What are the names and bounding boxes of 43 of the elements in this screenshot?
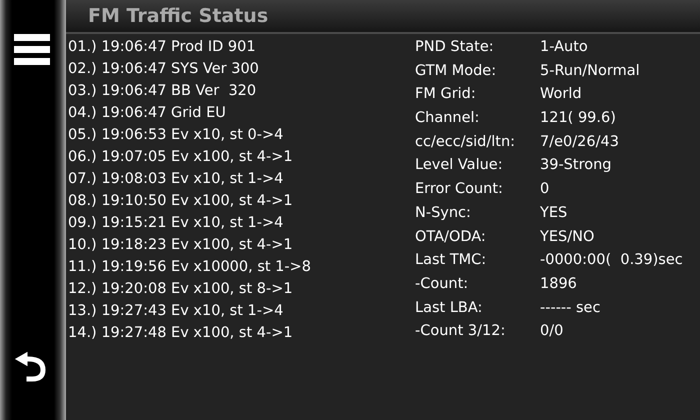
log-entry: 11.) 19:19:56 Ev x10000, st 1->8 [68, 258, 312, 277]
status-value: ------ sec [540, 298, 602, 318]
status-label: FM Grid: [415, 85, 477, 104]
status-value: 121( 99.6) [540, 109, 617, 128]
log-entry: 13.) 19:27:43 Ev x10, st 1->4 [68, 302, 284, 321]
menu-button[interactable] [12, 32, 52, 68]
log-entry: 03.) 19:06:47 BB Ver 320 [68, 82, 258, 101]
log-entry: 05.) 19:06:53 Ev x10, st 0->4 [68, 126, 284, 145]
status-value: 0 [540, 180, 550, 200]
status-value: World [540, 85, 583, 104]
log-entry: 06.) 19:07:05 Ev x100, st 4->1 [68, 148, 294, 167]
status-value: YES [540, 204, 568, 223]
log-entry: 14.) 19:27:48 Ev x100, st 4->1 [68, 324, 294, 343]
menu-icon [12, 32, 52, 68]
status-label: Level Value: [415, 156, 504, 176]
status-value: 7/e0/26/43 [540, 132, 620, 152]
log-entry: 09.) 19:15:21 Ev x10, st 1->4 [68, 214, 284, 233]
status-label: Channel: [415, 109, 480, 128]
status-value: 1-Auto [540, 38, 589, 57]
status-label: GTM Mode: [415, 62, 498, 81]
status-label: Last LBA: [415, 298, 484, 318]
log-entry: 10.) 19:18:23 Ev x100, st 4->1 [68, 236, 294, 255]
log-entry: 04.) 19:06:47 Grid EU [68, 104, 227, 123]
status-value: -0000:00( 0.39)sec [540, 251, 683, 270]
status-label: Last TMC: [415, 251, 488, 270]
status-label: OTA/ODA: [415, 228, 487, 246]
status-value: 0/0 [540, 322, 564, 342]
log-entry: 12.) 19:20:08 Ev x100, st 8->1 [68, 280, 294, 299]
status-label: -Count 3/12: [415, 322, 506, 342]
status-value: YES/NO [540, 228, 596, 246]
status-value: 1896 [540, 274, 578, 294]
log-entry: 08.) 19:10:50 Ev x100, st 4->1 [68, 192, 294, 211]
status-label: N-Sync: [415, 204, 472, 223]
log-entry: 02.) 19:06:47 SYS Ver 300 [68, 60, 260, 79]
log-entry: 01.) 19:06:47 Prod ID 901 [68, 38, 257, 57]
status-label: cc/ecc/sid/ltn: [415, 132, 516, 152]
log-entry: 07.) 19:08:03 Ev x10, st 1->4 [68, 170, 284, 189]
status-value: 39-Strong [540, 156, 612, 176]
status-label: PND State: [415, 38, 495, 57]
status-label: Error Count: [415, 180, 504, 200]
screen-title: FM Traffic Status [88, 5, 268, 27]
status-value: 5-Run/Normal [540, 62, 641, 81]
status-label: -Count: [415, 274, 470, 294]
